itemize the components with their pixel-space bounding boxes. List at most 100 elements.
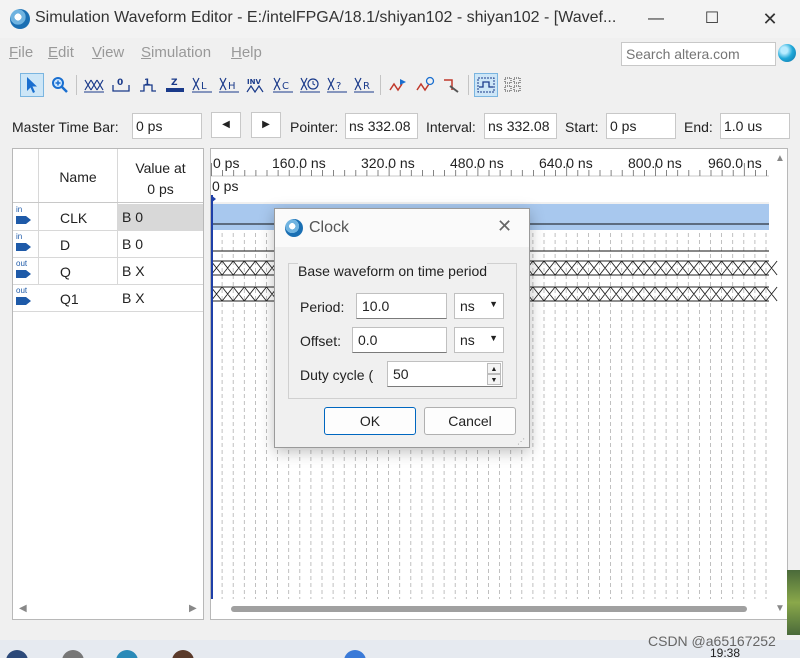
master-time-bar-field[interactable]: 0 ps bbox=[132, 113, 202, 139]
run-functional-simulation-icon[interactable] bbox=[386, 73, 410, 97]
system-clock: 19:38 bbox=[710, 646, 741, 658]
zoom-tool-icon[interactable] bbox=[48, 73, 72, 97]
signal-value: B X bbox=[122, 290, 145, 306]
cancel-button[interactable]: Cancel bbox=[424, 407, 516, 435]
generate-netlist-icon[interactable] bbox=[440, 73, 464, 97]
ok-button[interactable]: OK bbox=[324, 407, 416, 435]
invert-icon[interactable]: INV bbox=[244, 73, 268, 97]
globe-icon[interactable] bbox=[778, 44, 796, 62]
signal-name: CLK bbox=[60, 210, 88, 226]
dialog-close-button[interactable]: ✕ bbox=[497, 216, 512, 237]
value-column-header[interactable]: Value at 0 ps bbox=[118, 158, 203, 200]
signal-row-q[interactable]: out Q B X bbox=[13, 258, 203, 285]
previous-transition-button[interactable]: ◀ bbox=[211, 112, 241, 138]
interval-label: Interval: bbox=[426, 119, 476, 135]
force-unknown-icon[interactable] bbox=[82, 73, 106, 97]
count-value-icon[interactable]: C bbox=[271, 73, 295, 97]
toolbar-separator bbox=[76, 75, 77, 95]
signal-row-q1[interactable]: out Q1 B X bbox=[13, 285, 203, 312]
value-header-line2: 0 ps bbox=[147, 181, 174, 197]
master-time-bar-label: Master Time Bar: bbox=[12, 119, 119, 135]
period-input[interactable]: 10.0 bbox=[356, 293, 447, 319]
value-header-line1: Value at bbox=[135, 160, 186, 176]
signal-value: B X bbox=[122, 263, 145, 279]
waveform-hscroll-thumb[interactable] bbox=[231, 606, 747, 612]
output-pin-icon: out bbox=[15, 259, 37, 281]
pointer-label: Pointer: bbox=[290, 119, 339, 135]
dialog-title: Clock bbox=[309, 219, 350, 236]
search-input[interactable] bbox=[621, 42, 776, 66]
taskbar-app-icon[interactable] bbox=[6, 650, 28, 658]
spinner-icon[interactable]: ▲ ▼ bbox=[487, 363, 501, 385]
svg-text:?: ? bbox=[336, 81, 341, 92]
scroll-down-icon[interactable]: ▼ bbox=[775, 603, 785, 614]
spin-up-icon[interactable]: ▲ bbox=[487, 363, 501, 374]
offset-label: Offset: bbox=[300, 333, 341, 349]
taskbar-app-icon[interactable] bbox=[344, 650, 366, 658]
signal-list-hscroll[interactable]: ◀ ▶ bbox=[13, 601, 203, 619]
name-column-header[interactable]: Name bbox=[39, 169, 117, 185]
menu-view-label: iew bbox=[101, 44, 125, 61]
svg-text:Z: Z bbox=[171, 78, 178, 88]
next-transition-button[interactable]: ▶ bbox=[251, 112, 281, 138]
scroll-right-icon[interactable]: ▶ bbox=[189, 603, 197, 614]
arbitrary-value-icon[interactable]: R bbox=[352, 73, 376, 97]
signal-name: Q1 bbox=[60, 291, 79, 307]
input-pin-icon: in bbox=[15, 205, 37, 227]
menu-edit[interactable]: Edit bbox=[48, 44, 74, 61]
signal-list: Name Value at 0 ps in CLK B 0 in D B 0 o… bbox=[12, 148, 204, 620]
menu-file-mnemonic: F bbox=[9, 44, 19, 61]
start-field[interactable]: 0 ps bbox=[606, 113, 676, 139]
group-icon[interactable] bbox=[501, 73, 525, 97]
force-low-icon[interactable]: 0 bbox=[109, 73, 133, 97]
pin-direction-label: in bbox=[16, 205, 23, 214]
svg-text:INV: INV bbox=[247, 78, 261, 86]
menu-simulation[interactable]: Simulation bbox=[141, 44, 211, 61]
taskbar-app-icon[interactable] bbox=[172, 650, 194, 658]
svg-text:H: H bbox=[228, 81, 236, 92]
chevron-down-icon: ▼ bbox=[489, 299, 498, 309]
offset-unit-select[interactable]: ns ▼ bbox=[454, 327, 504, 353]
menu-file[interactable]: File bbox=[9, 44, 33, 61]
signal-row-d[interactable]: in D B 0 bbox=[13, 231, 203, 258]
taskbar-app-icon[interactable] bbox=[62, 650, 84, 658]
pointer-time-label: 0 ps bbox=[212, 178, 239, 194]
period-unit-value: ns bbox=[460, 298, 475, 314]
menu-view[interactable]: View bbox=[92, 44, 124, 61]
ruler-label: 960.0 ns bbox=[708, 155, 762, 171]
overwrite-clock-icon[interactable] bbox=[298, 73, 322, 97]
force-weak-high-icon[interactable]: H bbox=[217, 73, 241, 97]
force-high-impedance-icon[interactable]: Z bbox=[163, 73, 187, 97]
taskbar-app-icon[interactable] bbox=[116, 650, 138, 658]
time-period-group-title: Base waveform on time period bbox=[298, 263, 488, 279]
maximize-button[interactable]: ☐ bbox=[699, 6, 725, 32]
interval-field[interactable]: 332.08 ns bbox=[484, 113, 557, 139]
menu-file-label: ile bbox=[18, 44, 34, 61]
random-values-icon[interactable]: ? bbox=[325, 73, 349, 97]
signal-row-clk[interactable]: in CLK B 0 bbox=[13, 204, 203, 231]
duty-cycle-spinbox[interactable]: 50 ▲ ▼ bbox=[387, 361, 503, 387]
scroll-up-icon[interactable]: ▲ bbox=[775, 153, 785, 164]
close-button[interactable]: ✕ bbox=[757, 6, 783, 32]
minimize-button[interactable]: — bbox=[643, 6, 669, 32]
resize-grip-icon[interactable]: ⋰ bbox=[517, 437, 525, 446]
pointer-field[interactable]: 332.08 ns bbox=[345, 113, 418, 139]
period-unit-select[interactable]: ns ▼ bbox=[454, 293, 504, 319]
run-timing-simulation-icon[interactable] bbox=[413, 73, 437, 97]
selection-tool-icon[interactable] bbox=[20, 73, 44, 97]
menu-help-label: elp bbox=[241, 44, 262, 61]
spin-down-icon[interactable]: ▼ bbox=[487, 374, 501, 385]
duty-cycle-label: Duty cycle ( bbox=[300, 367, 374, 383]
window-title: Simulation Waveform Editor - E:/intelFPG… bbox=[35, 9, 617, 26]
end-field[interactable]: 1.0 us bbox=[720, 113, 790, 139]
menu-help[interactable]: Help bbox=[231, 44, 262, 61]
scroll-left-icon[interactable]: ◀ bbox=[19, 603, 27, 614]
offset-input[interactable]: 0.0 bbox=[352, 327, 447, 353]
force-high-icon[interactable]: 1 bbox=[136, 73, 160, 97]
force-weak-low-icon[interactable]: L bbox=[190, 73, 214, 97]
side-decoration bbox=[787, 570, 800, 635]
time-bar: Master Time Bar: 0 ps ◀ ▶ Pointer: 332.0… bbox=[0, 110, 800, 144]
time-pointer-marker[interactable] bbox=[211, 195, 216, 203]
grid-icon[interactable] bbox=[474, 73, 498, 97]
menu-view-mnemonic: V bbox=[92, 44, 102, 61]
